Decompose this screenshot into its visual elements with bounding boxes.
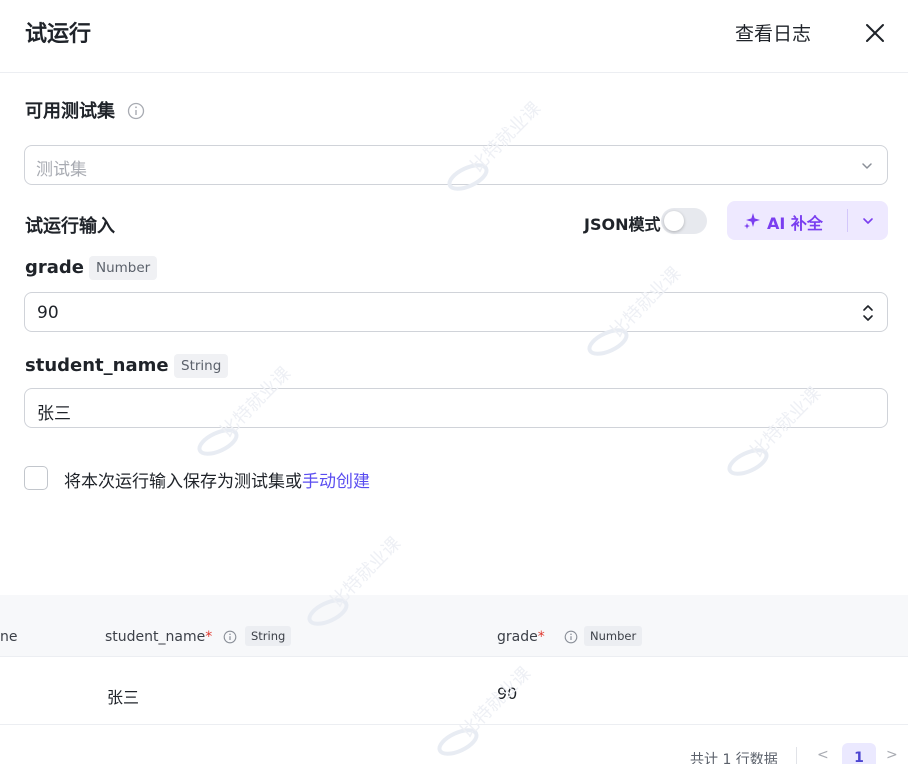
test-set-label-text: 可用测试集 — [25, 101, 115, 122]
column-header-grade: grade* — [497, 629, 545, 645]
required-mark: * — [205, 629, 213, 645]
student-name-input-value: 张三 — [37, 404, 71, 424]
info-icon — [564, 630, 578, 644]
field-label-student-name: student_name — [25, 355, 169, 376]
close-button[interactable] — [862, 20, 888, 46]
ai-complete-dropdown[interactable] — [848, 201, 888, 240]
chevron-down-icon — [863, 218, 873, 224]
close-icon — [866, 24, 884, 42]
prev-page-button[interactable]: < — [817, 747, 829, 763]
test-set-placeholder: 测试集 — [36, 160, 87, 180]
test-data-table: ne student_name* String grade* Number 张三… — [0, 595, 908, 764]
toggle-knob — [664, 211, 684, 231]
type-tag-student-name: String — [174, 354, 229, 378]
view-log-link[interactable]: 查看日志 — [735, 19, 811, 46]
cell-student-name: 张三 — [107, 688, 140, 707]
pager-divider — [796, 747, 797, 764]
info-icon — [223, 630, 237, 644]
test-set-select[interactable]: 测试集 — [24, 145, 888, 185]
column-name: student_name — [105, 629, 206, 645]
chevron-down-icon — [862, 163, 872, 169]
column-type-tag: String — [245, 626, 292, 646]
json-mode-toggle[interactable] — [661, 208, 707, 234]
ai-complete-button-group: AI 补全 — [727, 201, 888, 240]
manual-create-link[interactable]: 手动创建 — [302, 472, 370, 492]
ai-complete-button[interactable]: AI 补全 — [727, 201, 847, 240]
save-option-text: 将本次运行输入保存为测试集或 — [64, 472, 302, 492]
cell-grade: 90 — [497, 684, 518, 703]
page-number-button[interactable]: 1 — [842, 743, 876, 764]
panel-header: 试运行 查看日志 — [0, 0, 908, 73]
table-header: ne student_name* String grade* Number — [0, 595, 908, 657]
json-mode-label: JSON模式 — [584, 215, 661, 234]
test-set-label: 可用测试集 — [25, 97, 145, 123]
column-name: grade — [497, 629, 538, 645]
next-page-button[interactable]: > — [886, 747, 898, 763]
panel-title: 试运行 — [25, 22, 92, 47]
info-icon — [128, 102, 145, 119]
ai-complete-label: AI 补全 — [767, 214, 823, 233]
partial-column-header: ne — [0, 629, 18, 645]
save-as-test-set-text: 将本次运行输入保存为测试集或手动创建 — [64, 467, 370, 492]
field-label-grade: grade — [25, 257, 85, 278]
column-type-tag: Number — [584, 626, 643, 646]
grade-input-value: 90 — [37, 303, 59, 323]
student-name-input[interactable]: 张三 — [24, 388, 888, 428]
run-input-label: 试运行输入 — [25, 216, 115, 237]
column-header-student-name: student_name* — [105, 629, 212, 645]
row-count-summary: 共计 1 行数据 — [690, 752, 778, 764]
type-tag-grade: Number — [89, 256, 158, 280]
grade-number-input[interactable]: 90 — [24, 292, 888, 332]
number-stepper-icon[interactable] — [861, 301, 875, 325]
sparkle-icon — [744, 213, 760, 229]
table-row[interactable]: 张三 90 — [0, 657, 908, 725]
save-as-test-set-checkbox[interactable] — [24, 466, 48, 490]
test-run-panel: 试运行 查看日志 可用测试集 测试集 试运行输入 JSON模式 AI 补全 gr… — [0, 0, 908, 764]
required-mark: * — [537, 629, 545, 645]
